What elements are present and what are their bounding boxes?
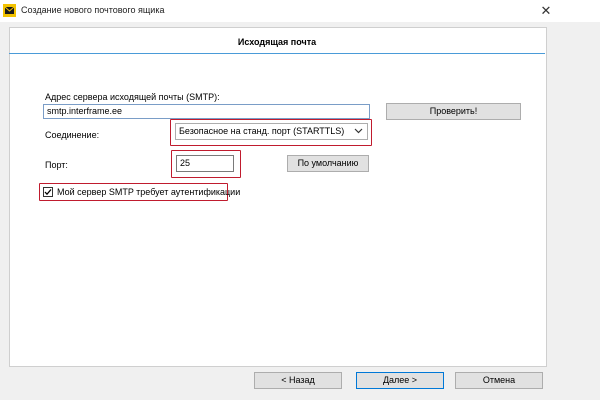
connection-select[interactable]: Безопасное на станд. порт (STARTTLS)	[175, 123, 368, 140]
auth-checkbox-label[interactable]: Мой сервер SMTP требует аутентификации	[57, 187, 240, 197]
chevron-down-icon	[354, 124, 363, 143]
page-title: Исходящая почта	[237, 37, 317, 47]
connection-label: Соединение:	[45, 130, 100, 140]
back-button[interactable]: < Назад	[254, 372, 342, 389]
cancel-button[interactable]: Отмена	[455, 372, 543, 389]
auth-checkbox[interactable]	[43, 187, 53, 197]
close-icon[interactable]: ✕	[524, 0, 568, 22]
port-input[interactable]: 25	[176, 155, 234, 172]
next-button[interactable]: Далее >	[356, 372, 444, 389]
smtp-server-input[interactable]: smtp.interframe.ee	[43, 104, 370, 119]
checkmark-icon	[44, 189, 52, 196]
app-icon	[3, 4, 16, 17]
check-button[interactable]: Проверить!	[386, 103, 521, 120]
port-label: Порт:	[45, 160, 68, 170]
window-title: Создание нового почтового ящика	[21, 5, 165, 15]
header-divider	[9, 53, 545, 54]
smtp-server-label: Адрес сервера исходящей почты (SMTP):	[45, 92, 220, 102]
default-port-button[interactable]: По умолчанию	[287, 155, 369, 172]
connection-select-value: Безопасное на станд. порт (STARTTLS)	[179, 126, 345, 136]
